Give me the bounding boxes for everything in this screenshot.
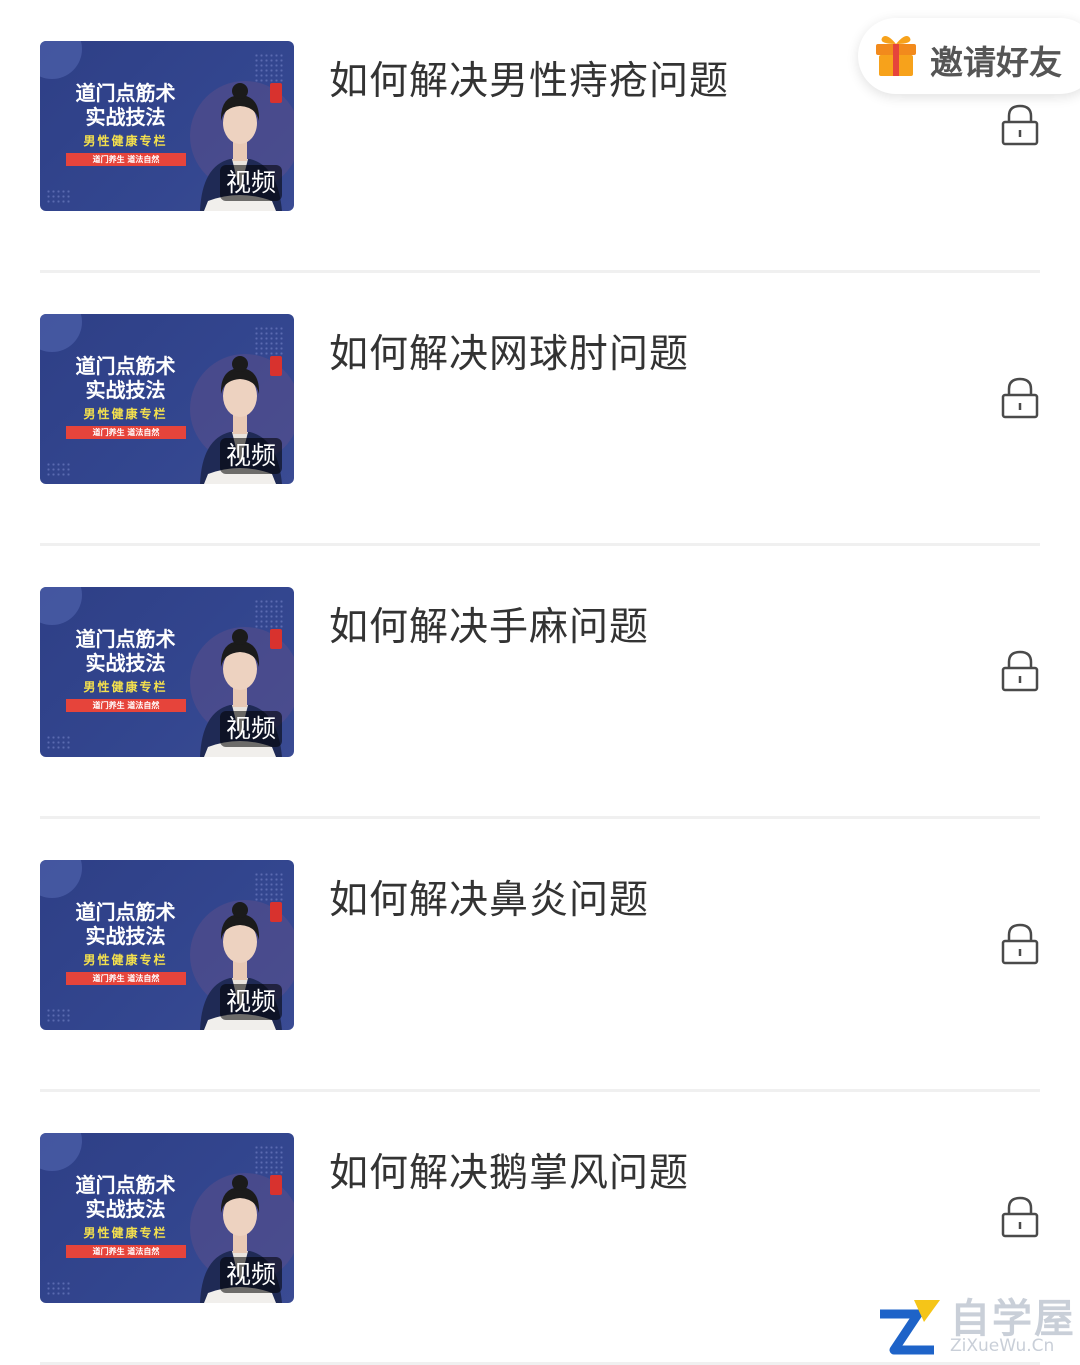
thumb-title-line1: 道门点筋术 (75, 1173, 176, 1197)
lock-icon (1001, 104, 1039, 146)
watermark-subtitle: ZiXueWu.Cn (950, 1336, 1055, 1356)
thumb-decoration (46, 1008, 72, 1024)
thumb-title-line2: 实战技法 (85, 105, 166, 129)
thumb-decoration (40, 587, 82, 625)
thumb-subtitle: 男性健康专栏 (83, 1226, 168, 1240)
video-badge: 视频 (219, 165, 282, 201)
invite-label: 邀请好友 (930, 43, 1062, 82)
lesson-title[interactable]: 如何解决网球肘问题 (329, 323, 689, 379)
video-badge: 视频 (219, 984, 282, 1020)
thumb-subtitle: 男性健康专栏 (83, 407, 168, 421)
lesson-item[interactable]: 道门点筋术 实战技法 男性健康专栏 道门养生 道法自然 视频 如何解决手麻问题 (0, 546, 1080, 819)
lock-icon (1001, 1196, 1039, 1238)
lock-icon (1001, 377, 1039, 419)
thumb-title-line2: 实战技法 (85, 1197, 166, 1221)
lesson-thumbnail[interactable]: 道门点筋术 实战技法 男性健康专栏 道门养生 道法自然 视频 (40, 314, 294, 484)
seal-stamp (270, 83, 282, 103)
thumb-tagline: 道门养生 道法自然 (66, 426, 186, 439)
lesson-thumbnail[interactable]: 道门点筋术 实战技法 男性健康专栏 道门养生 道法自然 视频 (40, 41, 294, 211)
thumb-decoration (40, 314, 82, 352)
lock-icon (1001, 923, 1039, 965)
thumb-title-line1: 道门点筋术 (75, 900, 176, 924)
thumb-decoration (40, 41, 82, 79)
thumb-tagline: 道门养生 道法自然 (66, 1245, 186, 1258)
thumb-title-line2: 实战技法 (85, 378, 166, 402)
video-badge: 视频 (219, 438, 282, 474)
thumb-tagline: 道门养生 道法自然 (66, 153, 186, 166)
thumb-decoration (46, 735, 72, 751)
thumb-decoration (46, 189, 72, 205)
thumb-title-line1: 道门点筋术 (75, 627, 176, 651)
thumb-tagline: 道门养生 道法自然 (66, 699, 186, 712)
seal-stamp (270, 629, 282, 649)
seal-stamp (270, 356, 282, 376)
seal-stamp (270, 1175, 282, 1195)
invite-friends-button[interactable]: 邀请好友 (858, 18, 1080, 94)
lock-icon (1001, 650, 1039, 692)
lesson-title[interactable]: 如何解决鹅掌风问题 (329, 1142, 689, 1198)
thumb-subtitle: 男性健康专栏 (83, 680, 168, 694)
watermark-logo (880, 1300, 940, 1355)
thumb-tagline: 道门养生 道法自然 (66, 972, 186, 985)
lesson-thumbnail[interactable]: 道门点筋术 实战技法 男性健康专栏 道门养生 道法自然 视频 (40, 1133, 294, 1303)
lesson-title[interactable]: 如何解决男性痔疮问题 (329, 50, 729, 106)
lesson-item[interactable]: 道门点筋术 实战技法 男性健康专栏 道门养生 道法自然 视频 如何解决鼻炎问题 (0, 819, 1080, 1092)
thumb-title-line1: 道门点筋术 (75, 354, 176, 378)
thumb-subtitle: 男性健康专栏 (83, 953, 168, 967)
video-badge: 视频 (219, 711, 282, 747)
lesson-item[interactable]: 道门点筋术 实战技法 男性健康专栏 道门养生 道法自然 视频 如何解决网球肘问题 (0, 273, 1080, 546)
thumb-title-line2: 实战技法 (85, 924, 166, 948)
lesson-thumbnail[interactable]: 道门点筋术 实战技法 男性健康专栏 道门养生 道法自然 视频 (40, 860, 294, 1030)
thumb-decoration (40, 860, 82, 898)
thumb-title-line1: 道门点筋术 (75, 81, 176, 105)
thumb-decoration (46, 1281, 72, 1297)
lesson-title[interactable]: 如何解决鼻炎问题 (329, 869, 649, 925)
thumb-decoration (40, 1133, 82, 1171)
video-badge: 视频 (219, 1257, 282, 1293)
seal-stamp (270, 902, 282, 922)
thumb-subtitle: 男性健康专栏 (83, 134, 168, 148)
lesson-title[interactable]: 如何解决手麻问题 (329, 596, 649, 652)
watermark: 自学屋 ZiXueWu.Cn (874, 1284, 1080, 1363)
lesson-thumbnail[interactable]: 道门点筋术 实战技法 男性健康专栏 道门养生 道法自然 视频 (40, 587, 294, 757)
thumb-decoration (46, 462, 72, 478)
gift-icon (876, 36, 916, 76)
thumb-title-line2: 实战技法 (85, 651, 166, 675)
